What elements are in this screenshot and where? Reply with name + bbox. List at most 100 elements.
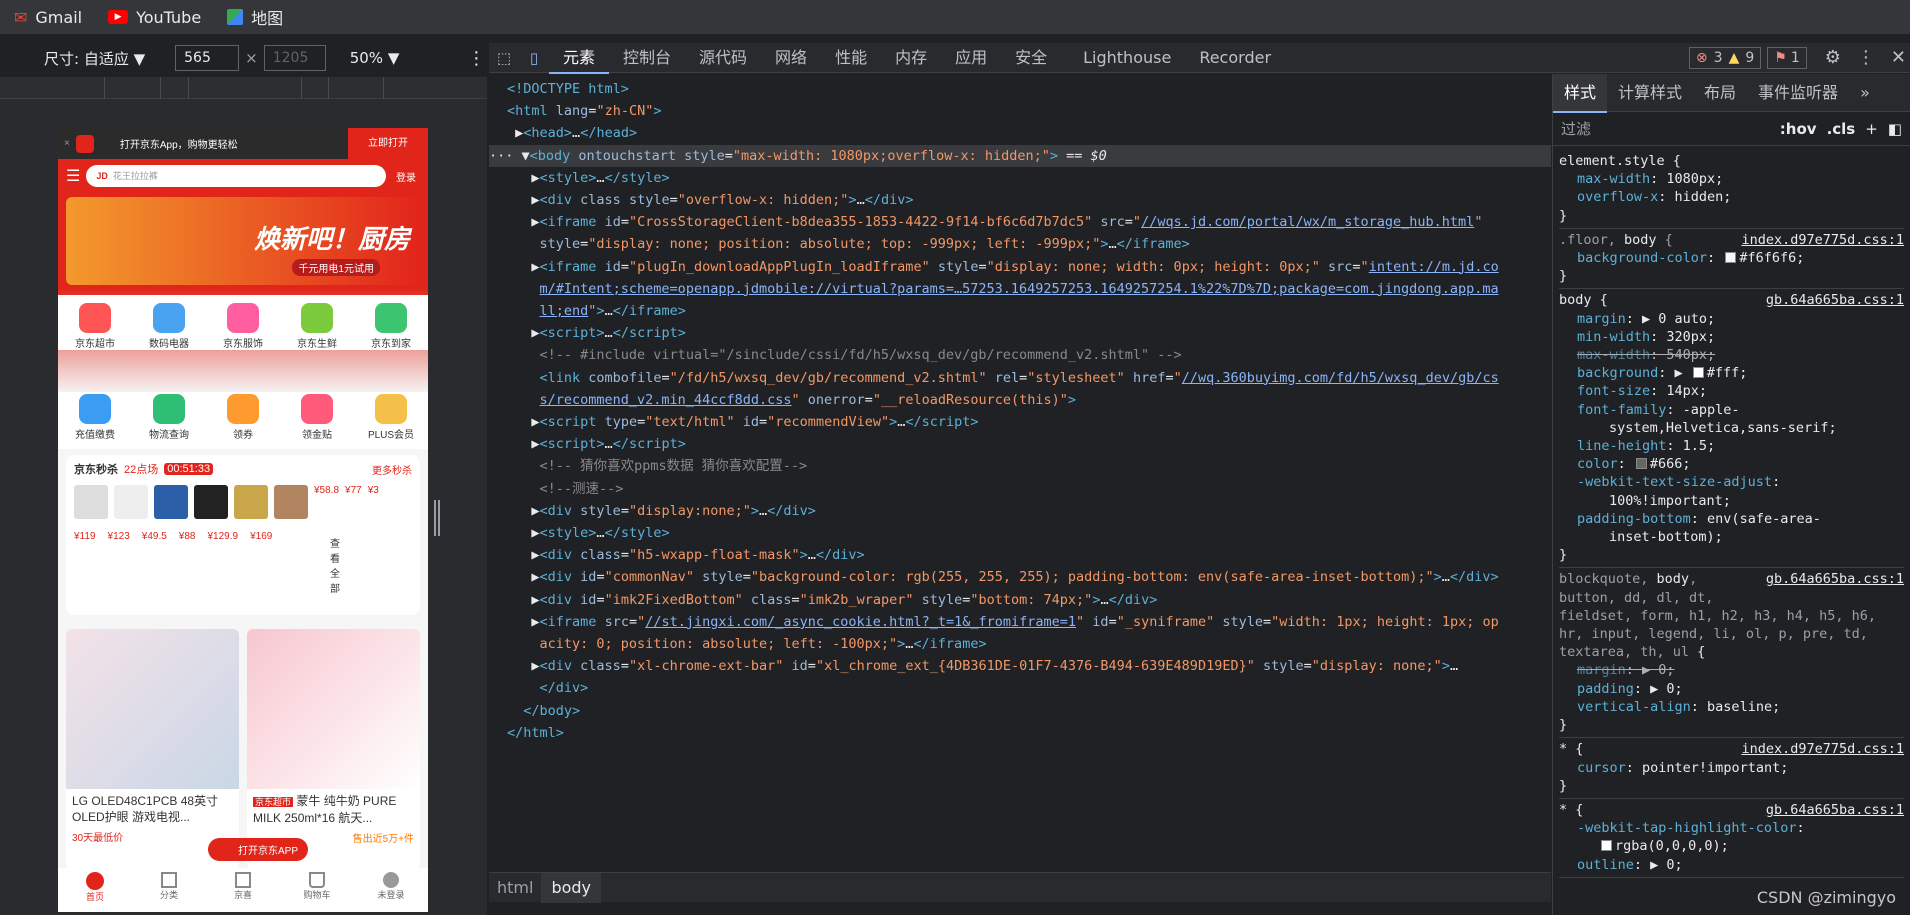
tab-console[interactable]: 控制台: [609, 43, 685, 73]
width-input[interactable]: 565: [175, 45, 240, 71]
more-icon[interactable]: ⋮: [467, 48, 485, 69]
dom-node[interactable]: <!-- 猜你喜欢ppms数据 猜你喜欢配置-->: [489, 455, 1551, 477]
product-thumb[interactable]: [74, 485, 108, 519]
dom-node[interactable]: </div>: [489, 677, 1551, 699]
tab-memory[interactable]: 内存: [881, 43, 941, 73]
close-icon[interactable]: ×: [58, 138, 76, 149]
dom-node[interactable]: ll;end">…</iframe>: [489, 300, 1551, 322]
dom-node[interactable]: acity: 0; position: absolute; left: -100…: [489, 633, 1551, 655]
tab-recorder[interactable]: Recorder: [1185, 43, 1285, 73]
chevron-right-icon[interactable]: »: [1849, 74, 1881, 112]
tab-sources[interactable]: 源代码: [685, 43, 761, 73]
tab-layout[interactable]: 布局: [1693, 74, 1747, 112]
toggle-sidebar-icon[interactable]: ◧: [1888, 120, 1902, 138]
product-thumb[interactable]: [234, 485, 268, 519]
dom-node[interactable]: <!-- #include virtual="/sinclude/cssi/fd…: [489, 344, 1551, 366]
status-badges[interactable]: ⊗ 3 ▲ 9: [1688, 46, 1762, 69]
open-app-float[interactable]: 打开京东APP: [208, 838, 309, 861]
inspect-icon[interactable]: ⬚: [489, 49, 519, 67]
product-thumb[interactable]: [154, 485, 188, 519]
tab-computed[interactable]: 计算样式: [1607, 74, 1693, 112]
dom-node[interactable]: </html>: [489, 722, 1551, 744]
tab-lighthouse[interactable]: Lighthouse: [1069, 43, 1185, 73]
tab-security[interactable]: 安全: [1001, 43, 1061, 73]
nav-jingxi[interactable]: 京喜: [206, 868, 280, 912]
dom-node[interactable]: ▶<style>…</style>: [489, 167, 1551, 189]
grid-item[interactable]: 京东服饰: [206, 303, 280, 350]
product-thumb[interactable]: [194, 485, 228, 519]
resize-handle[interactable]: [434, 500, 440, 536]
bookmark-youtube[interactable]: ▶ YouTube: [108, 8, 201, 27]
css-rule[interactable]: body {gb.64a665ba.css:1 margin: ▶ 0 auto…: [1559, 289, 1904, 569]
tab-network[interactable]: 网络: [761, 43, 821, 73]
dom-node[interactable]: <link combofile="/fd/h5/wxsq_dev/gb/reco…: [489, 367, 1551, 389]
product-thumb[interactable]: [114, 485, 148, 519]
dom-node[interactable]: ▶<iframe id="plugIn_downloadAppPlugIn_lo…: [489, 256, 1551, 278]
open-app-button[interactable]: 立即打开: [348, 128, 428, 159]
css-rule[interactable]: blockquote, body, gb.64a665ba.css:1 butto…: [1559, 568, 1904, 739]
nav-cart[interactable]: 购物车: [280, 868, 354, 912]
bookmark-maps[interactable]: 地图: [227, 5, 283, 29]
hero-banner[interactable]: 焕新吧！厨房 千元用电1元试用: [66, 197, 420, 285]
dom-node[interactable]: ▶<div id="commonNav" style="background-c…: [489, 566, 1551, 588]
grid-item[interactable]: 京东到家: [354, 303, 428, 350]
tab-elements[interactable]: 元素: [549, 43, 610, 74]
product-card-milk[interactable]: 京东超市 蒙牛 纯牛奶 PURE MILK 250ml*16 航天... 售出近…: [247, 629, 420, 869]
media-query-rulers[interactable]: [0, 77, 487, 99]
dom-node[interactable]: ▶<div id="imk2FixedBottom" class="imk2b_…: [489, 589, 1551, 611]
height-input[interactable]: 1205: [263, 45, 326, 71]
grid-item[interactable]: PLUS会员: [354, 394, 428, 441]
grid-item[interactable]: 物流查询: [132, 394, 206, 441]
settings-icon[interactable]: ⚙: [1825, 47, 1841, 68]
nav-category[interactable]: 分类: [132, 868, 206, 912]
tab-performance[interactable]: 性能: [821, 43, 881, 73]
issues-badge[interactable]: ⚑ 1: [1767, 46, 1807, 69]
more-options-icon[interactable]: ⋮: [1857, 47, 1875, 68]
product-thumb[interactable]: [274, 485, 308, 519]
style-rules[interactable]: element.style { max-width: 1080px; overf…: [1553, 146, 1910, 906]
dom-node[interactable]: <html lang="zh-CN">: [489, 100, 1551, 122]
bookmark-gmail[interactable]: ✉ Gmail: [14, 8, 82, 27]
dom-node[interactable]: ▶<div class="xl-chrome-ext-bar" id="xl_c…: [489, 655, 1551, 677]
tab-styles[interactable]: 样式: [1553, 73, 1608, 113]
tab-event-listeners[interactable]: 事件监听器: [1747, 74, 1849, 112]
css-rule[interactable]: .floor, body {index.d97e775d.css:1 backg…: [1559, 229, 1904, 290]
zoom-dropdown[interactable]: 50% ▼: [350, 49, 400, 67]
dom-node[interactable]: ▶<div style="display:none;">…</div>: [489, 500, 1551, 522]
more-seckill-link[interactable]: 更多秒杀: [372, 462, 412, 477]
filter-input[interactable]: 过滤: [1561, 118, 1780, 139]
dom-node[interactable]: s/recommend_v2.min_44ccf8dd.css" onerror…: [489, 389, 1551, 411]
dom-node[interactable]: ▶<div class style="overflow-x: hidden;">…: [489, 189, 1551, 211]
dom-node[interactable]: ▶<head>…</head>: [489, 122, 1551, 144]
dom-node[interactable]: <!--测速-->: [489, 478, 1551, 500]
search-input[interactable]: JD 花王拉拉裤: [86, 165, 386, 187]
device-size-dropdown[interactable]: 尺寸: 自适应 ▼: [44, 48, 145, 69]
tab-application[interactable]: 应用: [941, 43, 1001, 73]
elements-tree[interactable]: <!DOCTYPE html> <html lang="zh-CN"> ▶<he…: [489, 74, 1551, 870]
grid-item[interactable]: 领券: [206, 394, 280, 441]
dom-node[interactable]: ▶<style>…</style>: [489, 522, 1551, 544]
grid-item[interactable]: 领金贴: [280, 394, 354, 441]
grid-item[interactable]: 数码电器: [132, 303, 206, 350]
close-devtools-icon[interactable]: ✕: [1891, 47, 1906, 68]
dom-node[interactable]: ▶<div class="h5-wxapp-float-mask">…</div…: [489, 544, 1551, 566]
css-rule[interactable]: element.style { max-width: 1080px; overf…: [1559, 150, 1904, 229]
dom-node[interactable]: style="display: none; position: absolute…: [489, 233, 1551, 255]
dom-node[interactable]: ▶<script type="text/html" id="recommendV…: [489, 411, 1551, 433]
nav-home[interactable]: 首页: [58, 868, 132, 912]
dom-node[interactable]: ▶<iframe id="CrossStorageClient-b8dea355…: [489, 211, 1551, 233]
dom-node-selected[interactable]: ··· ▼<body ontouchstart style="max-width…: [489, 144, 1551, 167]
see-all-link[interactable]: 查看全部: [330, 537, 342, 597]
grid-item[interactable]: 京东生鲜: [280, 303, 354, 350]
dom-node[interactable]: ▶<script>…</script>: [489, 322, 1551, 344]
grid-item[interactable]: 京东超市: [58, 303, 132, 350]
css-rule[interactable]: * {gb.64a665ba.css:1 -webkit-tap-highlig…: [1559, 799, 1904, 878]
dom-node[interactable]: <!DOCTYPE html>: [489, 78, 1551, 100]
dom-node[interactable]: ▶<script>…</script>: [489, 433, 1551, 455]
dom-node[interactable]: ▶<iframe src="//st.jingxi.com/_async_coo…: [489, 611, 1551, 633]
nav-profile[interactable]: 未登录: [354, 868, 428, 912]
menu-icon[interactable]: ☰: [66, 166, 80, 186]
css-rule[interactable]: * {index.d97e775d.css:1 cursor: pointer!…: [1559, 738, 1904, 799]
product-card-lg[interactable]: LG OLED48C1PCB 48英寸 OLED护眼 游戏电视... 30天最低…: [66, 629, 239, 869]
add-rule-icon[interactable]: +: [1865, 120, 1878, 138]
